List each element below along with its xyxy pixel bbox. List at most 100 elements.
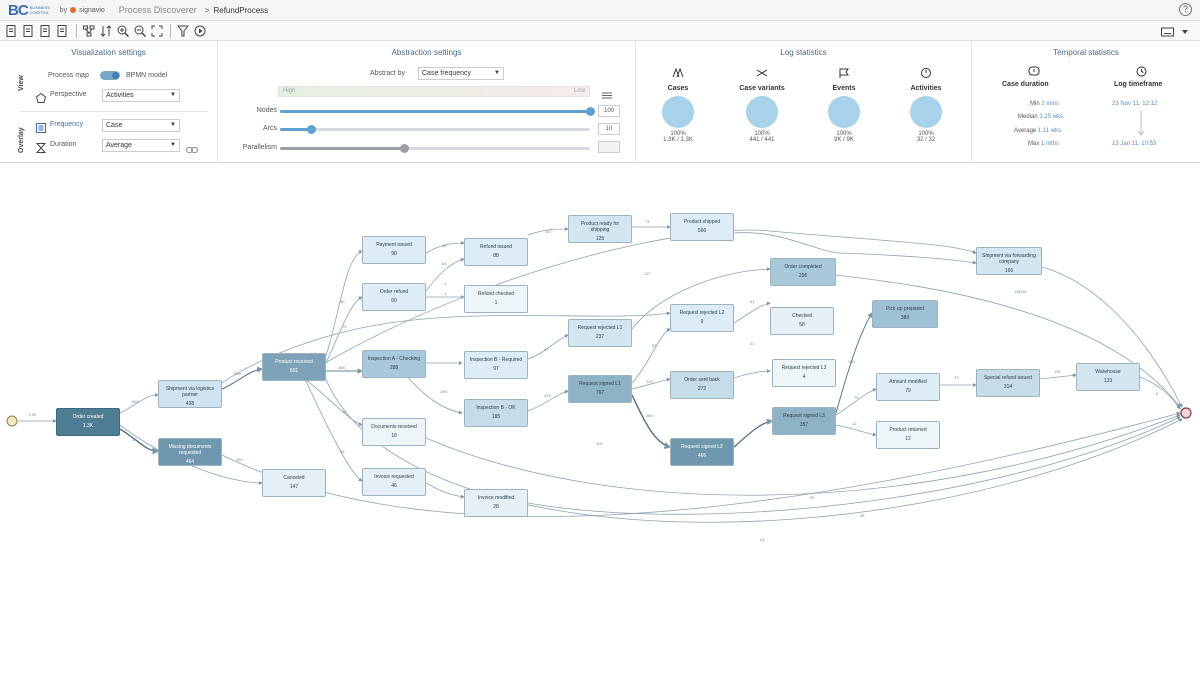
frequency-label[interactable]: Frequency: [50, 121, 83, 128]
frequency-select[interactable]: Case ▼: [102, 119, 180, 132]
edge[interactable]: [1039, 373, 1077, 380]
node-missing-documents[interactable]: Missing documents requested 464: [158, 438, 222, 466]
zoom-in-icon[interactable]: [115, 23, 130, 38]
node-request-rejected-l1[interactable]: Request rejected L1 237: [568, 319, 632, 347]
node-count: 4: [802, 374, 806, 380]
edge[interactable]: [527, 416, 1181, 515]
edge[interactable]: [631, 394, 672, 449]
edge-label: 1: [444, 281, 447, 286]
play-icon[interactable]: [192, 23, 207, 38]
settings-icon[interactable]: [602, 87, 612, 105]
node-product-received[interactable]: Product received 601: [262, 353, 326, 381]
export-pdf-icon[interactable]: [4, 23, 19, 38]
parallelism-slider[interactable]: [280, 144, 590, 153]
node-inspection-b-required[interactable]: Inspection B - Required 97: [464, 351, 528, 379]
node-invoice-requested[interactable]: Invoice requested 46: [362, 468, 426, 496]
parallelism-value[interactable]: [598, 141, 620, 153]
edge-label: 1K: [132, 437, 137, 442]
node-shipment-logistics[interactable]: Shipment via logistics partner 438: [158, 380, 222, 408]
bpmn-model-label[interactable]: BPMN model: [126, 72, 167, 79]
edge-label: 24: [760, 537, 765, 542]
node-pick-up-prepared[interactable]: Pick up prepared 383: [872, 300, 938, 328]
process-map-label[interactable]: Process map: [48, 72, 89, 79]
node-request-signed-l1[interactable]: Request signed L1 767: [568, 375, 632, 403]
duration-select[interactable]: Average ▼: [102, 139, 180, 152]
arcs-value[interactable]: 10: [598, 123, 620, 135]
link-icon[interactable]: [186, 141, 198, 159]
end-node[interactable]: [1180, 407, 1192, 419]
parallelism-slider-handle[interactable]: [399, 144, 409, 153]
node-warehouse[interactable]: Warehouse 133: [1076, 363, 1140, 391]
node-refund-issued[interactable]: Refund issued 88: [464, 238, 528, 266]
node-count: 256: [798, 273, 808, 279]
node-product-shipped[interactable]: Product shipped 566: [670, 213, 734, 241]
stat-title: Events: [832, 85, 856, 92]
breadcrumb-page: RefundProcess: [213, 5, 269, 15]
partner-logo-icon: [70, 7, 77, 13]
export-svg-icon[interactable]: [38, 23, 53, 38]
log-statistics-title: Log statistics: [780, 48, 827, 57]
abstract-by-select[interactable]: Case frequency ▼: [418, 67, 504, 80]
node-order-completed[interactable]: Order completed 256: [770, 258, 836, 286]
sort-icon[interactable]: [98, 23, 113, 38]
edge[interactable]: [119, 393, 159, 414]
node-shipment-forwarding[interactable]: Shipment via forwarding company 166: [976, 247, 1042, 275]
zoom-out-icon[interactable]: [132, 23, 147, 38]
node-special-refund[interactable]: Special refund issued 314: [976, 369, 1040, 397]
nodes-slider[interactable]: [280, 107, 595, 116]
node-product-returned[interactable]: Product returned 12: [876, 421, 940, 449]
fit-to-screen-icon[interactable]: [149, 23, 164, 38]
node-inspection-a[interactable]: Inspection A - Checking 288: [362, 350, 426, 378]
node-invoice-modified[interactable]: Invoice modified 28: [464, 489, 528, 517]
edge[interactable]: [324, 250, 363, 360]
edge[interactable]: [733, 369, 771, 379]
process-map[interactable]: 1.3K 866 554 1K 80 73 288 195 18 46 63 4…: [0, 163, 1200, 689]
export-image-icon[interactable]: [21, 23, 36, 38]
nodes-value[interactable]: 100: [598, 105, 620, 117]
node-order-created[interactable]: Order created 1.3K: [56, 408, 120, 436]
node-documents-received[interactable]: Documents received 18: [362, 418, 426, 446]
edge[interactable]: [1139, 376, 1181, 410]
node-payment-issued[interactable]: Payment issued 90: [362, 236, 426, 264]
layout-icon[interactable]: [81, 23, 96, 38]
node-order-refund[interactable]: Order refund 60: [362, 283, 426, 311]
more-options-icon[interactable]: [1177, 24, 1192, 39]
help-icon[interactable]: ?: [1179, 3, 1192, 16]
edge[interactable]: [835, 424, 877, 437]
export-data-icon[interactable]: [55, 23, 70, 38]
node-order-sent-back[interactable]: Order sent back 272: [670, 371, 734, 399]
node-checked[interactable]: Checked 58: [770, 307, 834, 335]
filter-icon[interactable]: [175, 23, 190, 38]
breadcrumb-app[interactable]: Process Discoverer: [119, 5, 197, 15]
node-amount-modified[interactable]: Amount modified 79: [876, 373, 940, 401]
app-logo[interactable]: BC BUSINESS CONTROL by signavio: [8, 2, 105, 19]
edge-label: 38: [860, 513, 865, 518]
keyboard-icon[interactable]: [1160, 24, 1175, 39]
arcs-slider[interactable]: [280, 125, 590, 134]
view-mode-toggle[interactable]: [100, 71, 120, 80]
start-node[interactable]: [6, 415, 18, 427]
duration-label[interactable]: Duration: [50, 141, 76, 148]
edge[interactable]: [733, 418, 774, 448]
node-inspection-b-ok[interactable]: Inspection B - OK 195: [464, 399, 528, 427]
node-count: 46: [391, 483, 397, 489]
node-request-signed-l3[interactable]: Request signed L3 357: [772, 407, 836, 435]
nodes-slider-handle[interactable]: [585, 107, 595, 116]
node-request-signed-l2[interactable]: Request signed L2 466: [670, 438, 734, 466]
node-count: 357: [799, 422, 809, 428]
node-product-ready[interactable]: Product ready for shipping 125: [568, 215, 632, 243]
node-refund-checked[interactable]: Refund checked 1: [464, 285, 528, 313]
edge-label: 180: [848, 359, 855, 364]
arcs-slider-handle[interactable]: [306, 125, 316, 134]
node-request-rejected-l2[interactable]: Request rejected L2 9: [670, 304, 734, 332]
edge[interactable]: [119, 428, 160, 455]
edge[interactable]: [324, 296, 363, 366]
node-canceled[interactable]: Canceled 147: [262, 469, 326, 497]
edge[interactable]: [733, 301, 771, 324]
edge[interactable]: [324, 376, 1183, 523]
edge[interactable]: [304, 378, 363, 426]
node-request-rejected-l3[interactable]: Request rejected L3 4: [772, 359, 836, 387]
toolbar-divider: [76, 23, 77, 38]
perspective-select[interactable]: Activities ▼: [102, 89, 180, 102]
edge[interactable]: [631, 328, 671, 384]
